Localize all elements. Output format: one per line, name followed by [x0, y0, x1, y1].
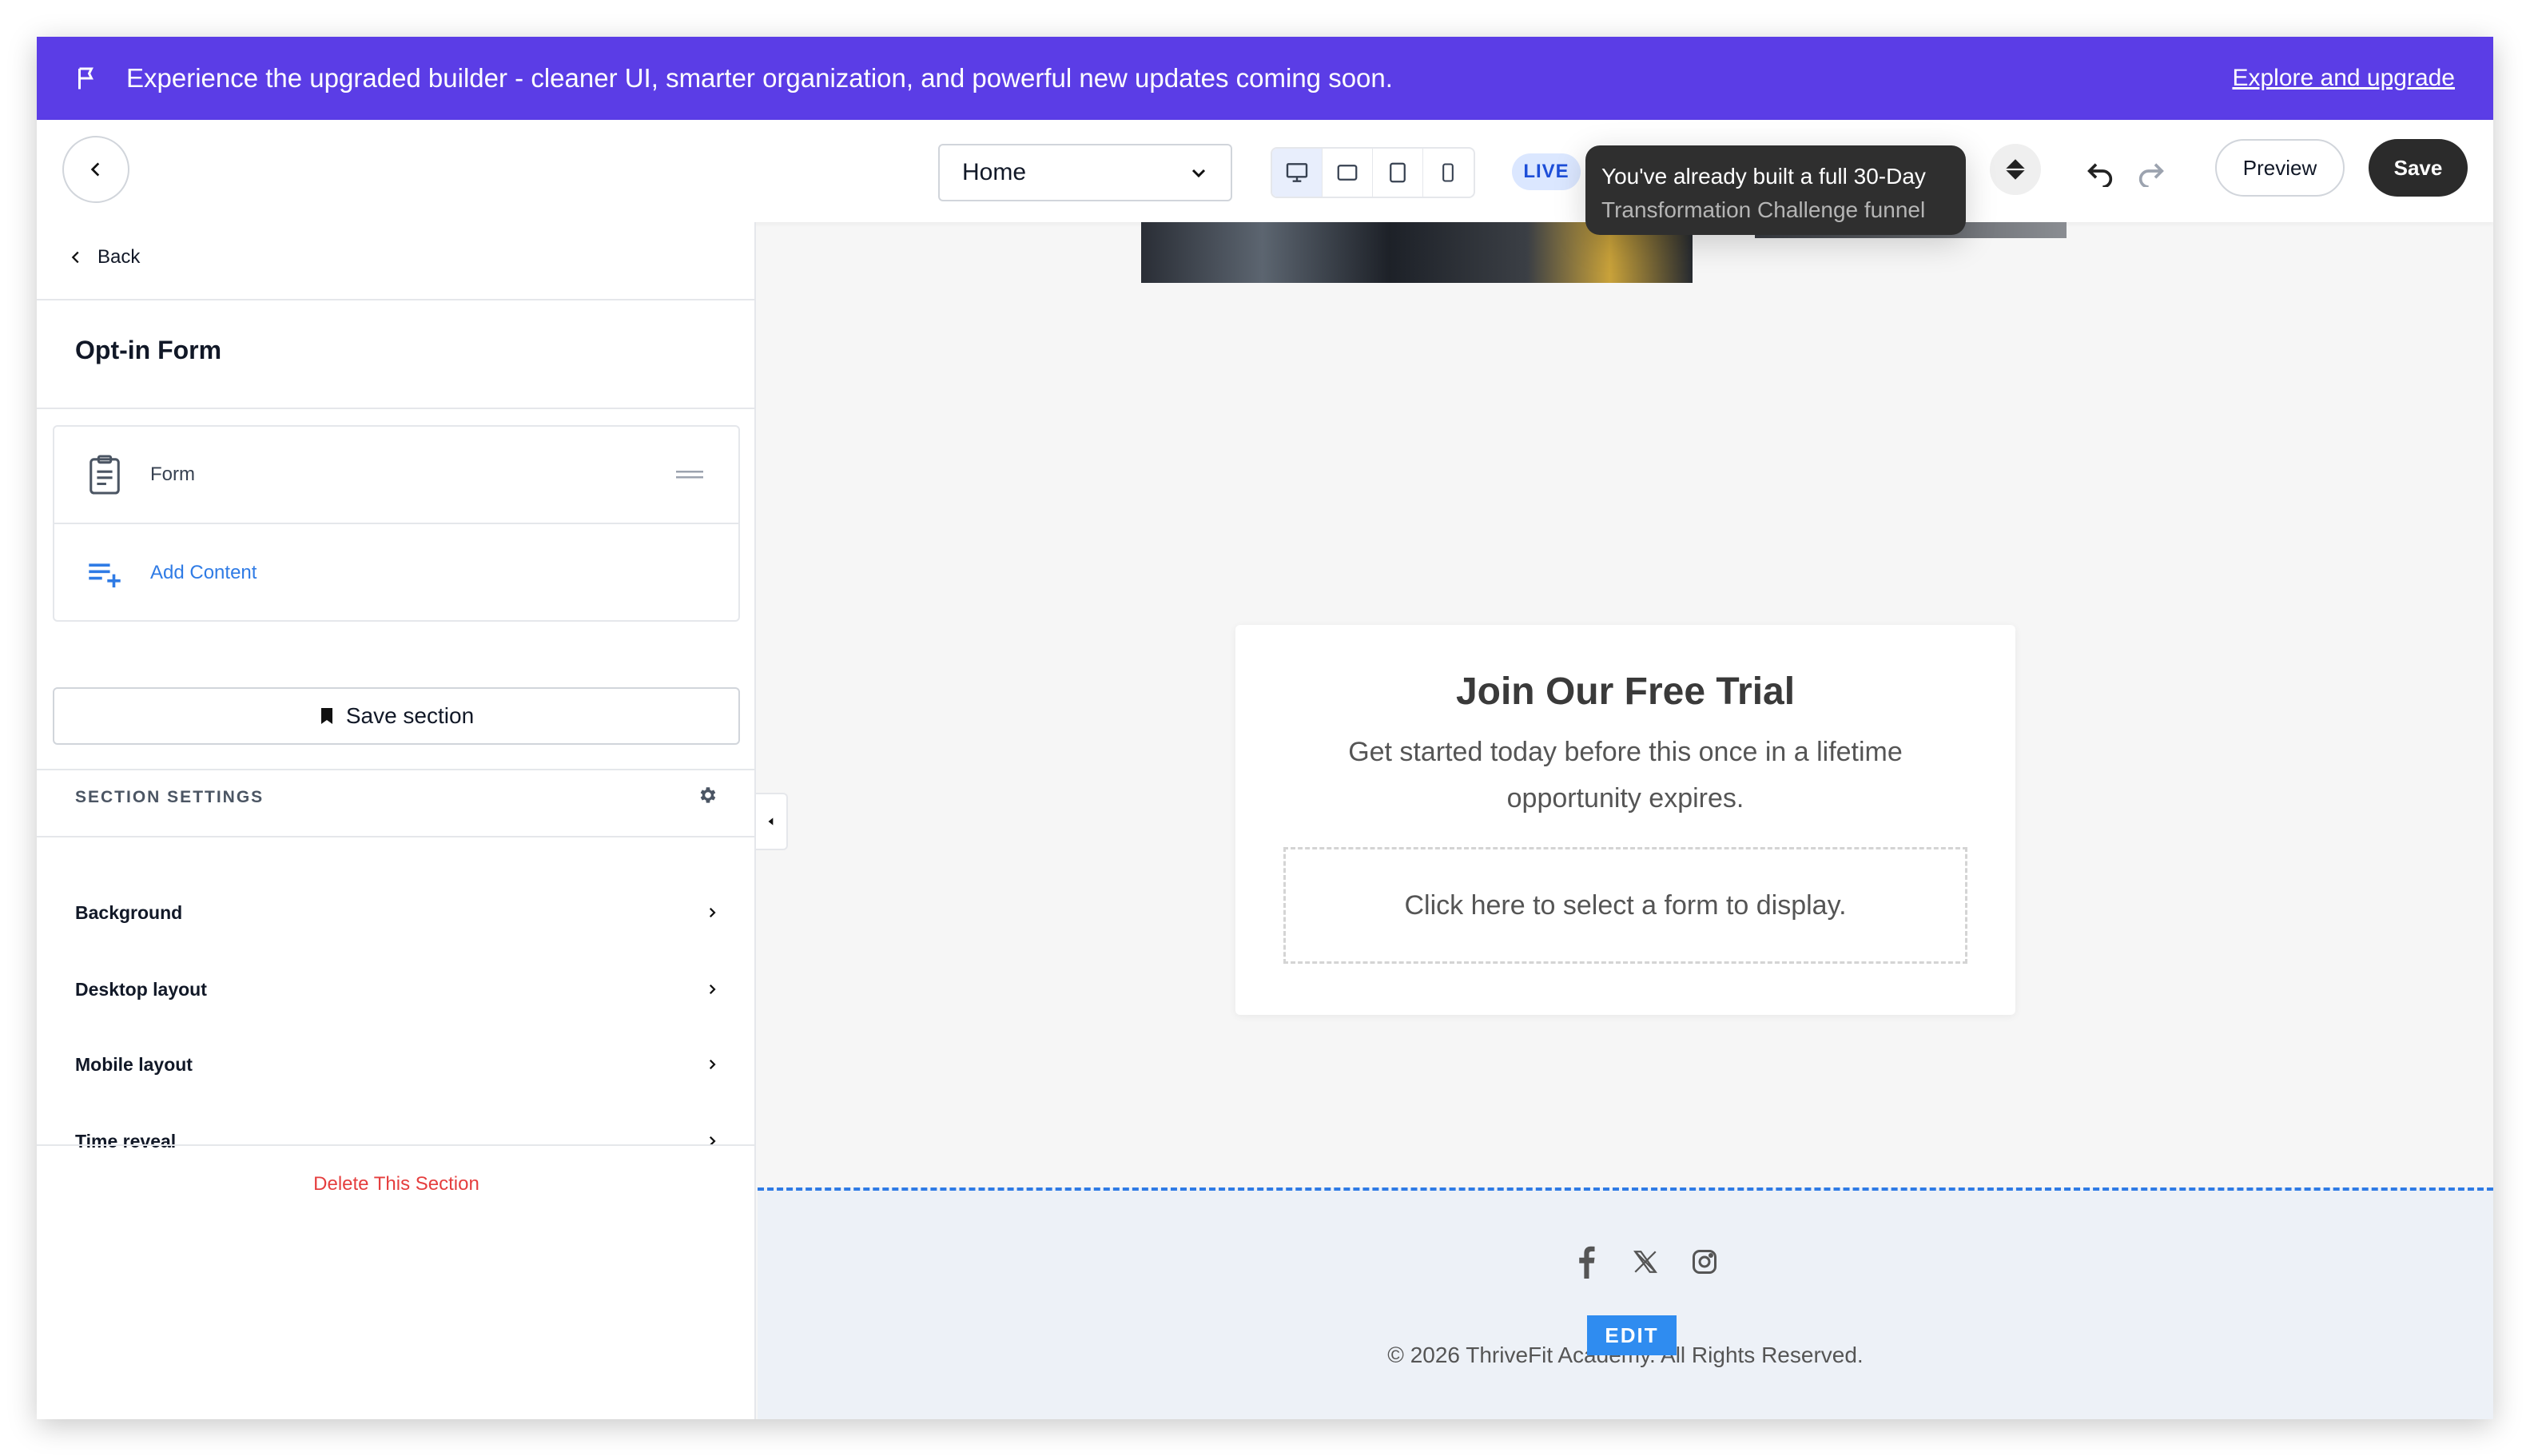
setting-time-reveal[interactable]: Time reveal — [37, 1103, 756, 1180]
drag-handle-icon[interactable] — [676, 469, 703, 480]
bookmark-icon — [320, 708, 332, 724]
setting-desktop-layout[interactable]: Desktop layout — [37, 951, 756, 1028]
desktop-icon — [1286, 163, 1308, 182]
tooltip-line-1: You've already built a full 30-Day — [1601, 164, 1926, 189]
form-subtitle: Get started today before this once in a … — [1348, 737, 1903, 814]
chevron-right-icon — [709, 907, 716, 918]
setting-mobile-layout[interactable]: Mobile layout — [37, 1026, 756, 1103]
chevron-left-icon — [90, 162, 100, 177]
divider — [37, 299, 756, 300]
panel-title: Opt-in Form — [75, 336, 222, 364]
x-icon[interactable] — [1630, 1245, 1661, 1279]
setting-label: Mobile layout — [75, 1053, 193, 1075]
save-button[interactable]: Save — [2369, 139, 2468, 197]
setting-background[interactable]: Background — [37, 874, 756, 951]
tablet-portrait-view-button[interactable] — [1373, 149, 1423, 197]
builder-window: Experience the upgraded builder - cleane… — [37, 37, 2493, 1419]
clipboard-icon — [90, 455, 120, 495]
form-title: Join Our Free Trial — [1455, 670, 1796, 713]
page-select-value: Home — [962, 159, 1027, 185]
setting-label: Time reveal — [75, 1130, 177, 1152]
ai-tooltip: You've already built a full 30-Day Trans… — [1585, 145, 1966, 235]
section-settings-heading: SECTION SETTINGS — [75, 788, 265, 806]
device-switcher — [1271, 147, 1475, 198]
redo-icon[interactable] — [2135, 155, 2167, 187]
tablet-portrait-icon — [1390, 162, 1406, 183]
element-row-form[interactable]: Form — [54, 427, 738, 524]
ai-assistant-button[interactable] — [1990, 144, 2041, 195]
add-content-label: Add Content — [150, 562, 257, 583]
divider — [37, 1144, 756, 1146]
facebook-icon[interactable] — [1571, 1245, 1601, 1279]
chevron-right-icon — [709, 1059, 716, 1070]
exit-button[interactable] — [62, 136, 129, 203]
chevron-right-icon — [709, 1136, 716, 1147]
delete-section-link[interactable]: Delete This Section — [37, 1173, 756, 1195]
back-link[interactable]: Back — [67, 233, 140, 281]
mobile-view-button[interactable] — [1423, 149, 1474, 197]
live-status-badge: LIVE — [1512, 153, 1581, 190]
collapse-panel-button[interactable] — [756, 793, 788, 850]
add-list-icon — [89, 563, 121, 588]
caret-left-icon — [768, 818, 774, 825]
explore-upgrade-link[interactable]: Explore and upgrade — [2232, 37, 2455, 120]
save-section-button[interactable]: Save section — [53, 687, 740, 745]
optin-form-section[interactable]: Join Our Free Trial Get started today be… — [1235, 625, 2015, 1015]
page-select[interactable]: Home — [938, 144, 1232, 201]
chevron-left-icon — [71, 251, 79, 264]
diamond-icon — [2005, 159, 2026, 180]
mobile-icon — [1442, 163, 1454, 182]
undo-icon[interactable] — [2084, 155, 2116, 187]
form-placeholder[interactable]: Click here to select a form to display. — [1283, 847, 1967, 964]
flag-icon — [78, 67, 93, 90]
edit-footer-badge[interactable]: EDIT — [1587, 1315, 1677, 1355]
banner-message: Experience the upgraded builder - cleane… — [126, 63, 1393, 93]
gear-icon[interactable] — [697, 785, 718, 806]
element-label-form: Form — [150, 463, 195, 485]
add-content-row[interactable]: Add Content — [54, 524, 738, 622]
back-label: Back — [97, 246, 141, 268]
divider — [37, 408, 756, 409]
tooltip-line-2: Transformation Challenge funnel — [1601, 197, 1926, 222]
chevron-down-icon — [1191, 169, 1206, 178]
tablet-landscape-icon — [1337, 165, 1358, 181]
divider — [37, 836, 756, 837]
top-toolbar: Home LIVE Preview Save — [37, 120, 2493, 222]
desktop-view-button[interactable] — [1272, 149, 1323, 197]
setting-label: Desktop layout — [75, 978, 207, 1000]
save-section-label: Save section — [345, 703, 475, 728]
settings-panel: Back Opt-in Form Form Add Content Save s… — [37, 222, 756, 1419]
setting-label: Background — [75, 901, 183, 923]
instagram-icon[interactable] — [1689, 1245, 1720, 1279]
elements-list: Form Add Content — [53, 425, 740, 622]
chevron-right-icon — [709, 984, 716, 995]
footer-section[interactable]: EDIT © 2026 ThriveFit Academy. All Right… — [758, 1187, 2493, 1419]
social-icons — [1571, 1245, 1720, 1279]
preview-button[interactable]: Preview — [2215, 139, 2345, 197]
divider — [37, 769, 756, 770]
upgrade-banner: Experience the upgraded builder - cleane… — [37, 37, 2493, 120]
tablet-landscape-view-button[interactable] — [1323, 149, 1373, 197]
